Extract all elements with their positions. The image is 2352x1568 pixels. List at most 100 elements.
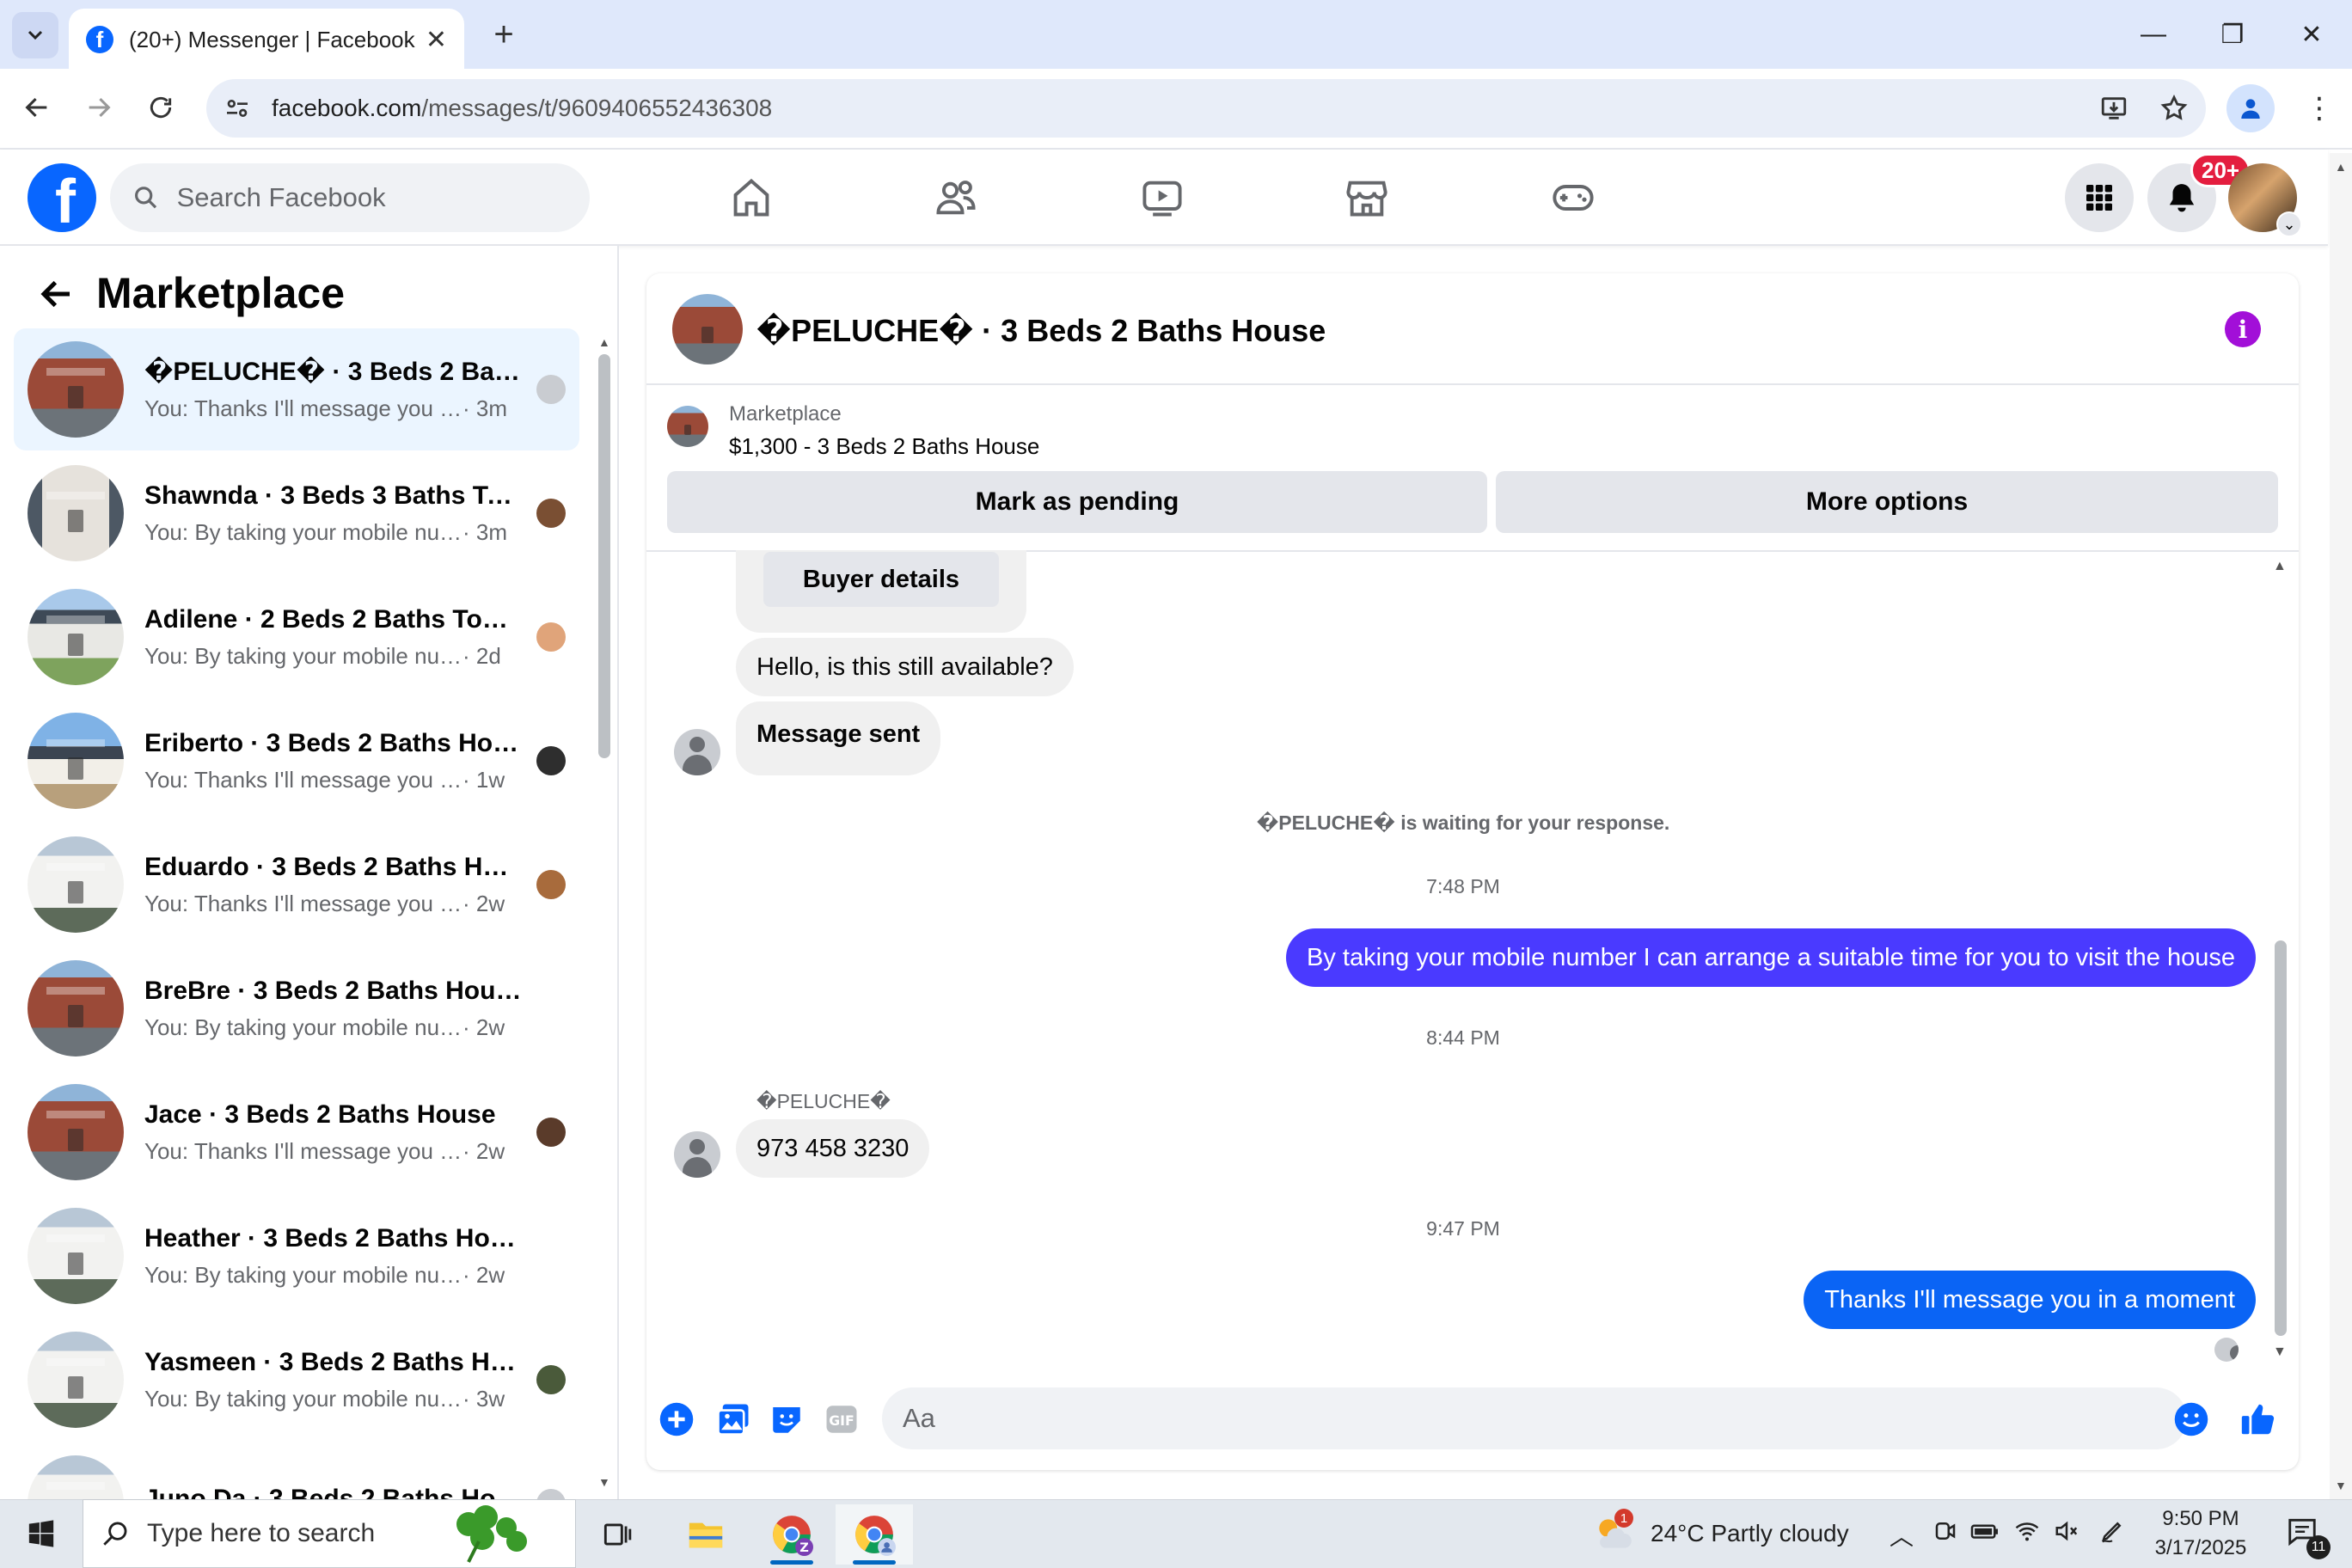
scroll-down-arrow-icon[interactable]: ▼ (2335, 1479, 2347, 1492)
nav-marketplace[interactable] (1315, 165, 1418, 230)
marketplace-store-icon (1346, 181, 1387, 217)
facebook-search[interactable] (110, 163, 590, 232)
bookmark-star-icon[interactable] (2159, 94, 2189, 123)
chrome-profile-z-button[interactable]: Z (753, 1504, 830, 1565)
message-bubble-incoming[interactable]: Hello, is this still available? (736, 638, 1074, 696)
chrome-active-button[interactable] (836, 1504, 913, 1565)
sticker-button[interactable] (767, 1400, 806, 1439)
gif-button[interactable]: GIF (822, 1400, 861, 1439)
preview-text: You: Thanks I'll message you in ... (144, 1137, 462, 1164)
meet-now-icon[interactable] (1932, 1518, 1958, 1550)
conversation-text: BreBre · 3 Beds 2 Baths House You: By tak… (144, 977, 566, 1041)
buyer-details-button[interactable]: Buyer details (763, 552, 999, 607)
scroll-down-arrow-icon[interactable]: ▼ (598, 1475, 610, 1489)
message-composer[interactable] (882, 1387, 2187, 1449)
scroll-up-arrow-icon[interactable]: ▲ (2335, 160, 2347, 174)
url-text[interactable]: facebook.com/messages/t/9609406552436308 (272, 95, 2068, 122)
conversation-item[interactable]: Adilene · 2 Beds 2 Baths Townho... You: B… (14, 576, 579, 698)
chrome-menu-icon[interactable]: ⋮ (2295, 84, 2343, 132)
scroll-up-arrow-icon[interactable]: ▲ (598, 335, 610, 349)
emoji-button[interactable] (2171, 1400, 2211, 1439)
back-arrow-button[interactable] (34, 272, 79, 316)
nav-friends[interactable] (904, 165, 1008, 230)
chrome-profile-icon[interactable] (2226, 84, 2275, 132)
tab-search-button[interactable] (12, 12, 58, 58)
conversation-list-scrollbar[interactable] (598, 354, 610, 758)
nav-video[interactable] (1111, 165, 1214, 230)
conversation-item[interactable]: �PELUCHE� · 3 Beds 2 Baths... You: Thanks… (14, 328, 579, 450)
preview-text: You: By taking your mobile number... (144, 1261, 462, 1288)
speaker-muted-icon[interactable] (2053, 1518, 2080, 1550)
search-icon (135, 187, 157, 209)
install-app-icon[interactable] (2099, 94, 2128, 123)
site-settings-icon[interactable] (224, 95, 251, 122)
conversation-item[interactable]: Yasmeen · 3 Beds 2 Baths Hou... You: By t… (14, 1319, 579, 1441)
show-hidden-icons-chevron-icon[interactable]: ︿ (1890, 1518, 1914, 1553)
new-tab-button[interactable]: + (481, 12, 526, 57)
chat-title[interactable]: �PELUCHE� · 3 Beds 2 Baths House (756, 313, 1326, 349)
more-options-button[interactable]: More options (1496, 471, 2278, 533)
message-bubble-outgoing[interactable]: Thanks I'll message you in a moment (1804, 1271, 2256, 1329)
browser-tab-messenger[interactable]: f (20+) Messenger | Facebook ✕ (69, 9, 464, 70)
conversation-item[interactable]: Eriberto · 3 Beds 2 Baths House You: Than… (14, 700, 579, 822)
scroll-up-arrow-icon[interactable]: ▲ (2273, 559, 2287, 574)
sender-avatar[interactable] (674, 1131, 720, 1178)
nav-home[interactable] (700, 165, 803, 230)
taskbar-clock[interactable]: 9:50 PM 3/17/2025 (2141, 1504, 2261, 1563)
reload-button[interactable] (138, 84, 184, 131)
back-button[interactable] (14, 84, 60, 131)
conversation-item[interactable]: Eduardo · 3 Beds 2 Baths House You: Thank… (14, 824, 579, 946)
listing-summary[interactable]: $1,300 - 3 Beds 2 Baths House (729, 433, 1039, 460)
battery-icon[interactable] (1970, 1518, 2000, 1550)
timestamp: 8:44 PM (1426, 1026, 1500, 1049)
facebook-logo-icon[interactable]: f (28, 163, 96, 232)
info-icon[interactable]: i (2225, 311, 2261, 347)
mark-as-pending-button[interactable]: Mark as pending (667, 471, 1487, 533)
chat-listing-thumbnail[interactable] (672, 294, 743, 364)
search-input[interactable] (176, 182, 567, 213)
friends-icon (936, 181, 976, 215)
message-bubble-incoming[interactable]: 973 458 3230 (736, 1119, 930, 1178)
profile-avatar[interactable]: ⌄ (2228, 163, 2302, 237)
chat-scrollbar[interactable] (2275, 940, 2287, 1336)
wifi-icon[interactable] (2013, 1518, 2041, 1550)
minimize-button[interactable]: — (2115, 9, 2192, 60)
sender-avatar[interactable] (674, 729, 720, 775)
page-scrollbar-track[interactable]: ▲ ▼ (2330, 153, 2352, 1499)
video-icon (1142, 181, 1182, 217)
taskbar-search-input[interactable] (147, 1519, 431, 1548)
listing-thumbnail (28, 1208, 124, 1304)
nav-gaming[interactable] (1522, 165, 1625, 230)
conversation-item[interactable]: BreBre · 3 Beds 2 Baths House You: By tak… (14, 947, 579, 1069)
task-view-button[interactable] (578, 1504, 655, 1565)
home-icon (733, 178, 769, 217)
preview-text: You: Thanks I'll message you in ... (144, 395, 462, 421)
conversation-item[interactable]: Shawnda · 3 Beds 3 Baths Tow... You: By t… (14, 452, 579, 574)
attach-photo-button[interactable] (714, 1400, 753, 1439)
more-actions-button[interactable] (657, 1400, 696, 1439)
pen-menu-icon[interactable] (2098, 1518, 2127, 1550)
scroll-down-arrow-icon[interactable]: ▼ (2273, 1344, 2287, 1360)
preview-time: · 2w (462, 1137, 505, 1164)
weather-widget[interactable]: 1 24°C Partly cloudy (1592, 1508, 1849, 1559)
conversation-item[interactable]: Jace · 3 Beds 2 Baths House You: Thanks I… (14, 1071, 579, 1193)
conversation-item[interactable]: Heather · 3 Beds 2 Baths House You: By ta… (14, 1195, 579, 1317)
message-sent-bubble[interactable]: Message sent (736, 701, 941, 775)
emoji-smile-icon (2174, 1402, 2208, 1436)
start-button[interactable] (0, 1499, 83, 1568)
menu-button[interactable] (2065, 163, 2134, 232)
conversation-name: �PELUCHE� · 3 Beds 2 Baths... (144, 358, 523, 386)
restore-button[interactable]: ❐ (2194, 9, 2271, 60)
forward-button[interactable] (76, 84, 122, 131)
message-bubble-outgoing[interactable]: By taking your mobile number I can arran… (1285, 928, 2256, 987)
listing-thumbnail (28, 589, 124, 685)
notification-center-button[interactable]: 11 (2275, 1511, 2331, 1559)
close-window-button[interactable]: ✕ (2273, 9, 2350, 60)
listing-thumbnail[interactable] (667, 406, 708, 447)
file-explorer-button[interactable] (667, 1504, 744, 1565)
close-tab-icon[interactable]: ✕ (426, 25, 447, 55)
message-input[interactable] (903, 1403, 2106, 1434)
address-bar[interactable]: facebook.com/messages/t/9609406552436308 (206, 79, 2206, 138)
taskbar-search[interactable] (83, 1499, 576, 1568)
like-button[interactable] (2239, 1400, 2278, 1439)
